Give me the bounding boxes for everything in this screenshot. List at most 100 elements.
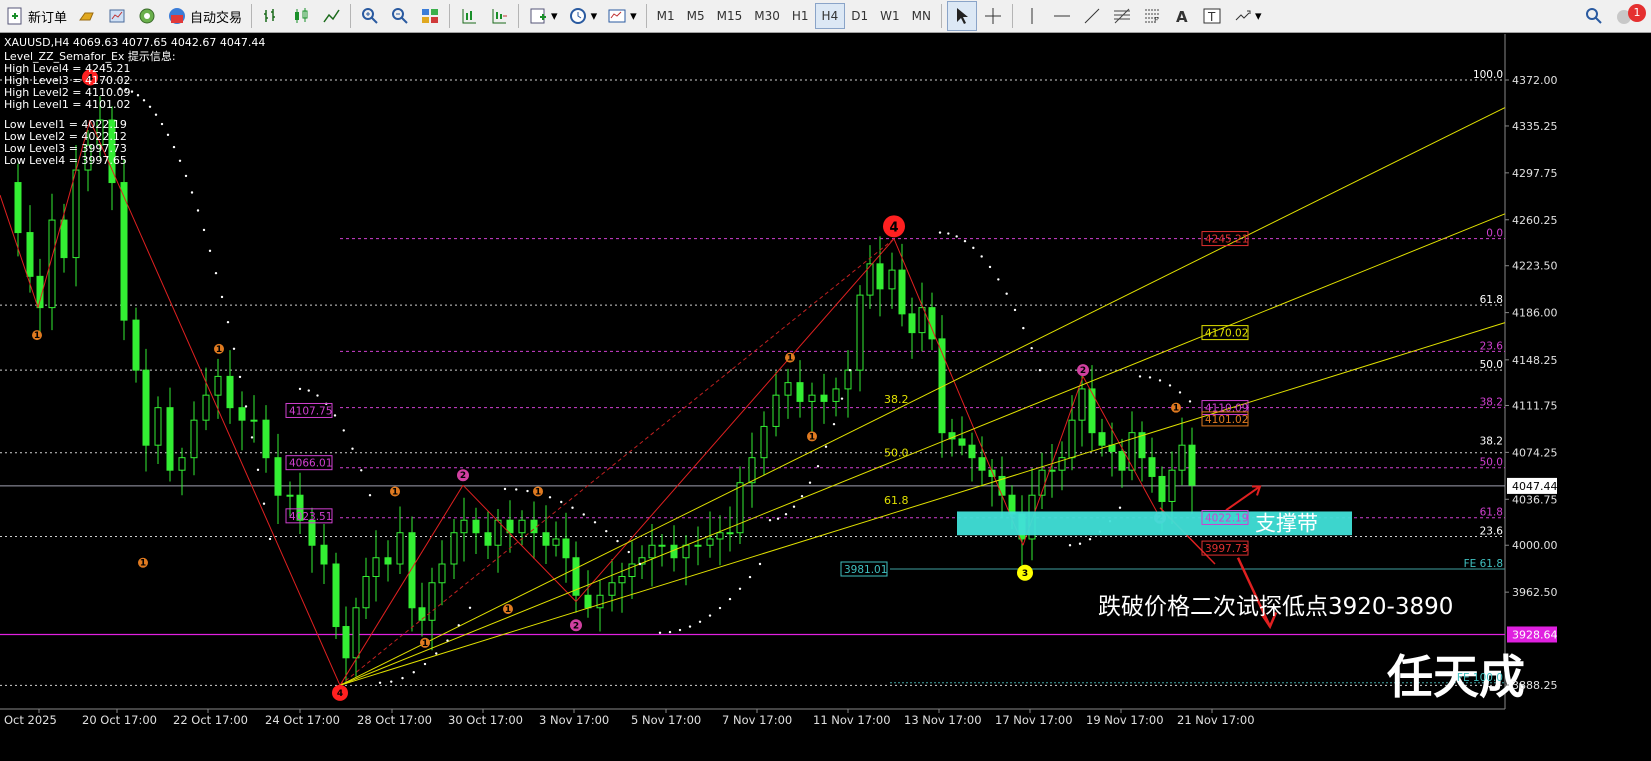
- history-button[interactable]: [73, 2, 101, 30]
- time-axis-label: 17 Nov 17:00: [995, 713, 1073, 727]
- sar-dot: [658, 631, 662, 634]
- candle-body: [968, 444, 976, 459]
- chart-header: XAUUSD,H4 4069.63 4077.65 4042.67 4047.4…: [4, 36, 265, 49]
- auto-trading-button[interactable]: 自动交易: [163, 2, 246, 30]
- timeframe-bar: M1 M5 M15 M30 H1 H4 D1 W1 MN: [651, 3, 937, 29]
- sar-dot: [378, 681, 382, 685]
- bar-chart-button[interactable]: [257, 2, 285, 30]
- tile-windows-icon: [420, 6, 440, 26]
- candle-body: [120, 182, 128, 321]
- sar-dot: [142, 99, 146, 102]
- sar-dot: [963, 239, 967, 243]
- trendline-button[interactable]: [1078, 2, 1106, 30]
- candle-body: [362, 576, 370, 609]
- timeframe-d1[interactable]: D1: [845, 4, 874, 28]
- fib-right-label: 61.8: [1480, 294, 1503, 306]
- timeframe-mn[interactable]: MN: [906, 4, 937, 28]
- candle-body: [844, 369, 852, 390]
- periods-button[interactable]: ▾: [564, 2, 602, 30]
- fib-right-label: 50.0: [1480, 359, 1503, 371]
- sar-dot: [256, 468, 260, 472]
- semafor-marker-label: 1: [34, 331, 40, 341]
- candle-body: [450, 532, 458, 565]
- candle-body: [1188, 444, 1196, 486]
- price-chart[interactable]: 111111111122224344支撑带跌破价格二次试探低点3920-3890…: [0, 34, 1651, 761]
- notifications-button[interactable]: 1: [1610, 2, 1650, 30]
- timeframe-m15[interactable]: M15: [711, 4, 749, 28]
- candle-body: [716, 532, 724, 540]
- candle-body: [562, 538, 570, 559]
- timeframe-m30[interactable]: M30: [748, 4, 786, 28]
- vertical-line-button[interactable]: [1018, 2, 1046, 30]
- sar-dot: [688, 625, 692, 628]
- signals-button[interactable]: [133, 2, 161, 30]
- indicators-button[interactable]: ▾: [524, 2, 562, 30]
- candle-body: [1148, 457, 1156, 477]
- text-label-button[interactable]: T: [1198, 2, 1226, 30]
- annotation-text: 跌破价格二次试探低点3920-3890: [1098, 594, 1453, 620]
- sar-dot: [792, 505, 796, 508]
- templates-button[interactable]: ▾: [603, 2, 641, 30]
- sar-dot: [808, 481, 812, 484]
- sar-dot: [423, 662, 427, 666]
- new-order-icon: [5, 6, 25, 26]
- level-price-box-text: 4022.19: [1205, 512, 1248, 524]
- signals-icon: [137, 6, 157, 26]
- search-button[interactable]: [1580, 2, 1608, 30]
- price-axis-label: 4111.75: [1512, 399, 1558, 412]
- zoom-out-button[interactable]: [386, 2, 414, 30]
- timeframe-m1[interactable]: M1: [651, 4, 681, 28]
- chart-shift-button[interactable]: [485, 2, 513, 30]
- sar-dot: [435, 652, 438, 655]
- candle-chart-button[interactable]: [287, 2, 315, 30]
- auto-scroll-button[interactable]: [455, 2, 483, 30]
- fibo-fan-button[interactable]: F: [1138, 2, 1166, 30]
- cursor-button[interactable]: [946, 1, 977, 31]
- timeframe-h1[interactable]: H1: [786, 4, 815, 28]
- sar-dot: [457, 624, 460, 627]
- time-axis-label: 7 Nov 17:00: [722, 713, 792, 727]
- sar-dot: [824, 445, 828, 448]
- horizontal-line-button[interactable]: [1048, 2, 1076, 30]
- fibonacci-button[interactable]: [1108, 2, 1136, 30]
- timeframe-w1[interactable]: W1: [874, 4, 906, 28]
- fib-mid-label: 50.0: [884, 447, 909, 460]
- sar-dot: [947, 232, 950, 235]
- level-price-box-text: 4170.02: [1205, 328, 1248, 340]
- svg-text:T: T: [1207, 10, 1216, 24]
- timeframe-h4[interactable]: H4: [814, 3, 846, 29]
- arrows-button[interactable]: ▾: [1228, 2, 1266, 30]
- candle-body: [832, 388, 840, 402]
- semafor-marker-label: 1: [422, 639, 428, 649]
- candle-body: [1178, 444, 1186, 471]
- crosshair-button[interactable]: [979, 2, 1007, 30]
- candle-body: [856, 294, 864, 371]
- add-indicator-icon: [528, 6, 548, 26]
- sar-dot: [390, 680, 393, 683]
- text-button[interactable]: A: [1168, 2, 1196, 30]
- line-chart-button[interactable]: [317, 2, 345, 30]
- new-order-button[interactable]: 新订单: [1, 2, 71, 30]
- candle-body: [308, 519, 316, 546]
- zoom-in-button[interactable]: [356, 2, 384, 30]
- sar-dot: [708, 614, 712, 617]
- sar-dot: [548, 496, 552, 499]
- timeframe-m5[interactable]: M5: [681, 4, 711, 28]
- candle-body: [658, 544, 666, 547]
- candle-body: [820, 394, 828, 402]
- tile-windows-button[interactable]: [416, 2, 444, 30]
- market-watch-button[interactable]: [103, 2, 131, 30]
- candle-body: [202, 394, 210, 421]
- candlestick-icon: [291, 6, 311, 26]
- toolbar-separator: [940, 4, 942, 28]
- semafor-marker-label: 4: [889, 220, 898, 235]
- candle-body: [190, 419, 198, 459]
- sar-dot: [154, 113, 158, 116]
- candle-body: [876, 263, 884, 290]
- candle-body: [760, 425, 768, 459]
- fib-right-label: FE 100.0: [1457, 672, 1503, 684]
- candle-body: [396, 532, 404, 565]
- auto-trading-label: 自动交易: [190, 10, 243, 26]
- level-price-box-text: 4066.01: [289, 458, 332, 470]
- chart-canvas[interactable]: 111111111122224344支撑带跌破价格二次试探低点3920-3890…: [0, 34, 1651, 761]
